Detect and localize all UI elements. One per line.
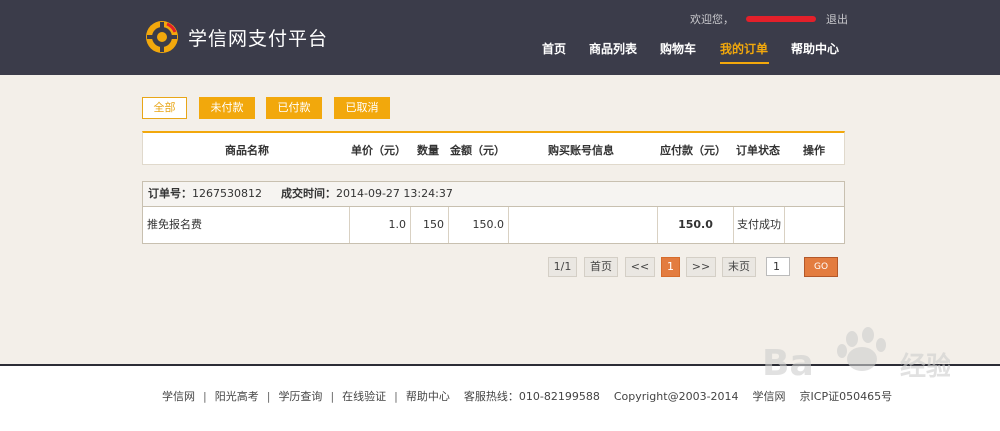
- watermark-paw-icon: Ba 经验: [762, 327, 952, 384]
- cell-payable: 150.0: [658, 207, 734, 243]
- footer-copyright: Copyright@2003-2014: [613, 390, 739, 403]
- filter-cancelled[interactable]: 已取消: [334, 97, 390, 119]
- redacted-username: [746, 16, 816, 22]
- current-page-button[interactable]: 1: [661, 257, 680, 277]
- col-action: 操作: [803, 144, 825, 157]
- logo-icon: [146, 21, 178, 53]
- go-button[interactable]: GO: [804, 257, 838, 277]
- cell-quantity: 150: [411, 207, 449, 243]
- table-row: 推免报名费 1.0 150 150.0 150.0 支付成功: [142, 206, 845, 244]
- page-info: 1/1: [548, 257, 577, 277]
- footer-link-chsi[interactable]: 学信网: [162, 390, 195, 403]
- order-number: 1267530812: [192, 187, 262, 200]
- cell-unit-price: 1.0: [350, 207, 411, 243]
- cell-account-info: [509, 207, 658, 243]
- prev-page-button[interactable]: <<: [625, 257, 655, 277]
- svg-text:经验: 经验: [900, 351, 950, 382]
- svg-text:Ba: Ba: [762, 343, 814, 384]
- col-amount: 金额（元）: [450, 144, 505, 157]
- logo-text: 学信网支付平台: [188, 27, 329, 50]
- nav-products[interactable]: 商品列表: [589, 40, 637, 57]
- col-product-name: 商品名称: [225, 144, 269, 157]
- watermark: Ba 经验: [760, 325, 952, 415]
- footer-link-verify[interactable]: 在线验证: [342, 390, 386, 403]
- order-time: 2014-09-27 13:24:37: [336, 187, 453, 200]
- order-time-label: 成交时间：: [281, 187, 336, 200]
- cell-product-name: 推免报名费: [143, 207, 350, 243]
- site-header: 学信网支付平台 欢迎您， 退出 首页 商品列表 购物车 我的订单 帮助中心: [0, 0, 1000, 75]
- cell-action: [785, 207, 844, 243]
- cell-amount: 150.0: [449, 207, 509, 243]
- col-payable: 应付款（元）: [660, 144, 726, 157]
- footer-hotline: 客服热线：010-82199588: [463, 390, 600, 403]
- nav-help[interactable]: 帮助中心: [791, 40, 839, 57]
- col-account-info: 购买账号信息: [548, 144, 614, 157]
- welcome-text: 欢迎您，: [690, 13, 734, 26]
- logout-link[interactable]: 退出: [826, 11, 848, 27]
- order-table-header: 商品名称 单价（元） 数量 金额（元） 购买账号信息 应付款（元） 订单状态 操…: [142, 131, 845, 165]
- next-page-button[interactable]: >>: [686, 257, 716, 277]
- col-status: 订单状态: [736, 144, 780, 157]
- footer-link-degree-query[interactable]: 学历查询: [278, 390, 322, 403]
- goto-page-input[interactable]: 1: [766, 257, 790, 276]
- first-page-button[interactable]: 首页: [584, 257, 618, 277]
- order-info-bar: 订单号：1267530812 成交时间：2014-09-27 13:24:37: [142, 181, 845, 207]
- nav-cart[interactable]: 购物车: [660, 40, 696, 57]
- nav-home[interactable]: 首页: [542, 40, 566, 57]
- cell-status: 支付成功: [734, 207, 785, 243]
- nav-my-orders[interactable]: 我的订单: [720, 40, 768, 57]
- filter-unpaid[interactable]: 未付款: [199, 97, 255, 119]
- nav-active-underline: [720, 62, 769, 64]
- logo[interactable]: 学信网支付平台: [145, 20, 328, 54]
- user-bar: 欢迎您， 退出: [690, 11, 848, 27]
- last-page-button[interactable]: 末页: [722, 257, 756, 277]
- col-unit-price: 单价（元）: [351, 144, 406, 157]
- col-quantity: 数量: [417, 144, 439, 157]
- footer-link-gaokao[interactable]: 阳光高考: [215, 390, 259, 403]
- footer-link-help[interactable]: 帮助中心: [406, 390, 450, 403]
- filter-all[interactable]: 全部: [142, 97, 187, 119]
- order-number-label: 订单号：: [148, 187, 192, 200]
- filter-paid[interactable]: 已付款: [266, 97, 322, 119]
